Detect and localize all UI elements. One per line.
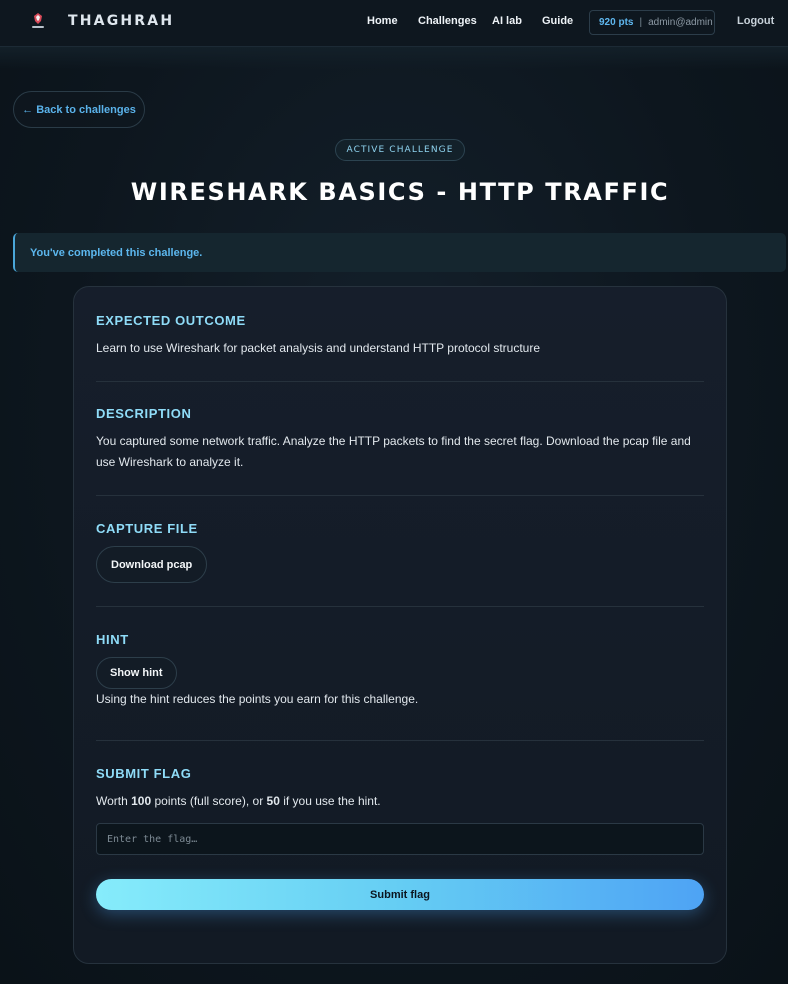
worth-suffix: if you use the hint. xyxy=(279,794,381,808)
description-heading: DESCRIPTION xyxy=(96,406,192,421)
submit-flag-button[interactable]: Submit flag xyxy=(96,879,704,910)
challenge-card: EXPECTED OUTCOME Learn to use Wireshark … xyxy=(73,286,727,964)
user-points-box[interactable]: 920 pts | admin@admin xyxy=(589,10,715,35)
status-badge: ACTIVE CHALLENGE xyxy=(335,139,465,161)
section-divider xyxy=(96,740,704,741)
points-value: 920 pts xyxy=(599,17,634,28)
back-to-challenges-button[interactable]: ← Back to challenges xyxy=(13,91,145,128)
expected-outcome-text: Learn to use Wireshark for packet analys… xyxy=(96,341,540,355)
nav-link-challenges[interactable]: Challenges xyxy=(418,15,477,27)
points-worth-text: Worth 100 points (full score), or 50 if … xyxy=(96,791,708,812)
section-divider xyxy=(96,381,704,382)
hint-heading: HINT xyxy=(96,632,129,647)
nav-link-ai-lab[interactable]: AI lab xyxy=(492,15,522,27)
download-pcap-button[interactable]: Download pcap xyxy=(96,546,208,583)
section-divider xyxy=(96,495,704,496)
expected-outcome-heading: EXPECTED OUTCOME xyxy=(96,313,246,328)
nav-link-home[interactable]: Home xyxy=(367,15,398,27)
hint-points-value: 50 xyxy=(266,794,280,808)
show-hint-button[interactable]: Show hint xyxy=(96,657,177,689)
top-navbar: THAGHRAH Home Challenges AI lab Guide 92… xyxy=(0,0,788,47)
description-text: You captured some network traffic. Analy… xyxy=(96,434,691,469)
points-separator: | xyxy=(639,17,643,28)
flag-input[interactable] xyxy=(96,823,704,855)
worth-prefix: Worth xyxy=(96,794,132,808)
section-divider xyxy=(96,606,704,607)
brand-name[interactable]: THAGHRAH xyxy=(68,13,174,29)
capture-file-heading: CAPTURE FILE xyxy=(96,521,198,536)
nav-link-guide[interactable]: Guide xyxy=(542,15,573,27)
logout-link[interactable]: Logout xyxy=(737,15,774,27)
worth-middle: points (full score), or xyxy=(151,794,267,808)
logo-icon[interactable] xyxy=(28,12,48,32)
hint-note: Using the hint reduces the points you ea… xyxy=(96,692,419,706)
user-email: admin@admin xyxy=(648,17,713,28)
full-points-value: 100 xyxy=(131,794,152,808)
navbar-shadow xyxy=(0,47,788,69)
submit-flag-heading: SUBMIT FLAG xyxy=(96,766,192,781)
completed-alert: You've completed this challenge. xyxy=(13,233,786,272)
page-title: WIRESHARK BASICS - HTTP TRAFFIC xyxy=(130,178,670,206)
